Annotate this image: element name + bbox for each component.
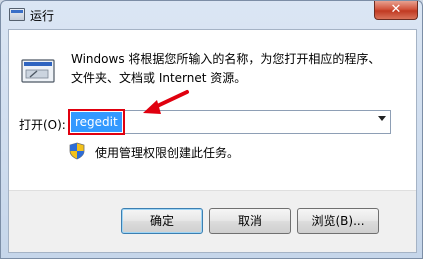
- window-title: 运行: [30, 9, 55, 23]
- cancel-button[interactable]: 取消: [209, 208, 291, 234]
- open-label: 打开(O):: [19, 118, 66, 132]
- dialog-body: Windows 将根据您所输入的名称，为您打开相应的程序、 文件夹、文档或 In…: [8, 29, 417, 253]
- browse-button[interactable]: 浏览(B)...: [297, 208, 379, 234]
- run-program-icon: [21, 59, 55, 83]
- annotation-arrow-icon: [143, 90, 189, 114]
- description-line: Windows 将根据您所输入的名称，为您打开相应的程序、: [71, 52, 381, 66]
- open-combobox[interactable]: regedit: [68, 109, 391, 135]
- admin-privilege-note: 使用管理权限创建此任务。: [95, 146, 240, 160]
- run-app-icon: [9, 8, 25, 21]
- ok-button[interactable]: 确定: [121, 208, 203, 234]
- open-input[interactable]: regedit: [68, 109, 125, 135]
- run-dialog: 运行 ✕ Windows 将根据您所输入的名称，为您打开相应的程序、 文件夹、文…: [0, 0, 423, 259]
- title-bar[interactable]: 运行 ✕: [1, 1, 423, 29]
- uac-shield-icon: [69, 142, 85, 160]
- dropdown-arrow-icon[interactable]: [378, 116, 386, 121]
- description-text: Windows 将根据您所输入的名称，为您打开相应的程序、 文件夹、文档或 In…: [71, 50, 411, 88]
- close-button[interactable]: ✕: [374, 1, 418, 20]
- close-icon: ✕: [390, 2, 402, 17]
- description-line: 文件夹、文档或 Internet 资源。: [71, 71, 247, 85]
- button-bar: 确定 取消 浏览(B)...: [9, 190, 416, 252]
